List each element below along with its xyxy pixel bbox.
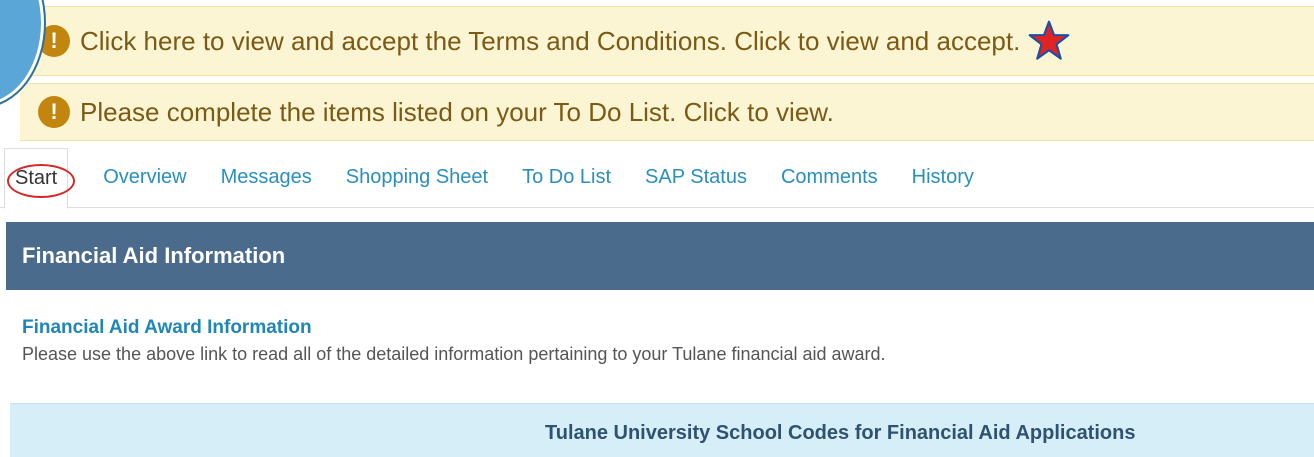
tab-bar: Start Overview Messages Shopping Sheet T… <box>0 147 1314 209</box>
exclamation-circle-icon: ! <box>38 96 70 128</box>
tab-shopping-sheet[interactable]: Shopping Sheet <box>329 148 505 208</box>
todo-alert-text[interactable]: Please complete the items listed on your… <box>80 97 834 128</box>
section-title: Financial Aid Information <box>6 222 1314 290</box>
tab-sap-status[interactable]: SAP Status <box>628 148 764 208</box>
tab-messages[interactable]: Messages <box>204 148 329 208</box>
terms-alert[interactable]: ! Click here to view and accept the Term… <box>20 6 1314 76</box>
tab-to-do-list[interactable]: To Do List <box>505 148 628 208</box>
tab-comments[interactable]: Comments <box>764 148 895 208</box>
todo-alert[interactable]: ! Please complete the items listed on yo… <box>20 83 1314 141</box>
star-icon <box>1028 20 1070 60</box>
tab-overview[interactable]: Overview <box>86 148 203 208</box>
terms-alert-text[interactable]: Click here to view and accept the Terms … <box>80 26 1020 57</box>
award-description: Please use the above link to read all of… <box>22 344 886 364</box>
award-info-link[interactable]: Financial Aid Award Information <box>22 317 312 339</box>
school-codes-title: Tulane University School Codes for Finan… <box>545 422 1136 444</box>
tab-history[interactable]: History <box>895 148 991 208</box>
highlight-oval <box>7 163 75 198</box>
financial-aid-page: ! Click here to view and accept the Term… <box>0 0 1314 457</box>
school-codes-header: Tulane University School Codes for Finan… <box>10 403 1314 457</box>
tab-start[interactable]: Start <box>4 147 75 209</box>
